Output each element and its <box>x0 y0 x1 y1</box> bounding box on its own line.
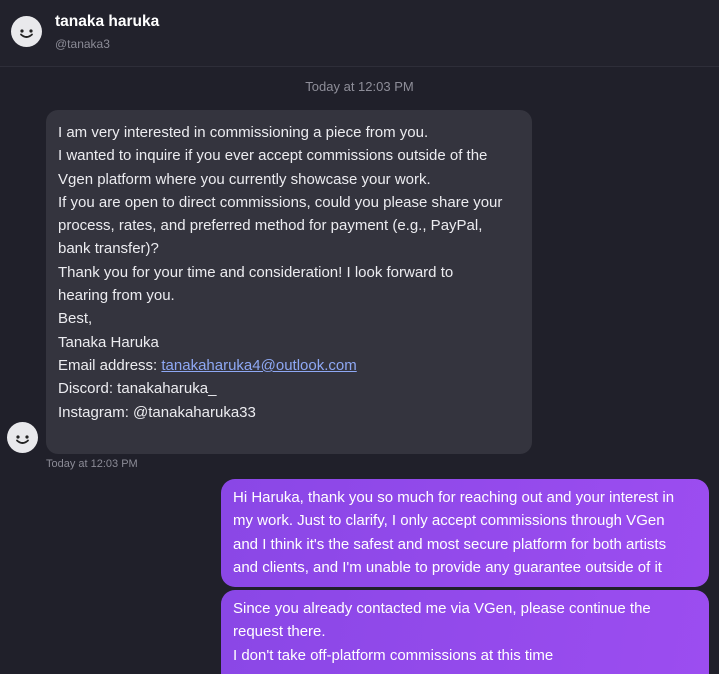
dm-window: tanaka haruka @tanaka3 Today at 12:03 PM… <box>0 0 719 674</box>
corner-mark <box>0 0 8 4</box>
message-line: Hi Haruka, thank you so much for reachin… <box>233 489 675 506</box>
smiley-face-icon <box>20 29 33 38</box>
sender-avatar[interactable] <box>7 422 38 453</box>
email-line: Email address: tanakaharuka4@outlook.com <box>58 354 520 377</box>
message-line: hearing from you. <box>58 287 175 305</box>
message-line: Tanaka Haruka <box>58 333 159 351</box>
outgoing-message-bubble: Since you already contacted me via VGen,… <box>221 590 709 674</box>
smiley-face-icon <box>16 435 29 444</box>
outgoing-message-bubble: Hi Haruka, thank you so much for reachin… <box>221 479 709 587</box>
message-line: Best, <box>58 310 93 328</box>
discord-line: Discord: tanakaharuka_ <box>58 380 217 398</box>
conversation-header: tanaka haruka @tanaka3 <box>0 0 719 67</box>
message-line: request there. <box>233 623 326 641</box>
contact-avatar[interactable] <box>11 16 42 47</box>
message-line: process, rates, and preferred method for… <box>58 217 483 235</box>
message-line: I don't take off-platform commissions at… <box>233 646 554 664</box>
message-line: I am very interested in commissioning a … <box>58 124 429 141</box>
message-line: and clients, and I'm unable to provide a… <box>233 558 662 576</box>
message-line: my work. Just to clarify, I only accept … <box>233 512 665 530</box>
message-line: Vgen platform where you currently showca… <box>58 170 431 188</box>
email-link[interactable]: tanakaharuka4@outlook.com <box>161 357 356 374</box>
message-line: bank transfer)? <box>58 240 159 258</box>
message-line: and I think it's the safest and most sec… <box>233 535 667 553</box>
message-line: Since you already contacted me via VGen,… <box>233 600 651 617</box>
incoming-message-bubble: I am very interested in commissioning a … <box>46 110 532 454</box>
instagram-line: Instagram: @tanakaharuka33 <box>58 403 256 421</box>
message-timestamp: Today at 12:03 PM <box>46 458 138 470</box>
message-line: Thank you for your time and consideratio… <box>58 263 454 281</box>
message-line: I wanted to inquire if you ever accept c… <box>58 147 488 165</box>
email-label: Email address: <box>58 356 162 374</box>
date-divider: Today at 12:03 PM <box>305 79 414 94</box>
message-line: If you are open to direct commissions, c… <box>58 193 503 211</box>
contact-handle: @tanaka3 <box>55 37 110 51</box>
contact-name[interactable]: tanaka haruka <box>55 13 159 31</box>
